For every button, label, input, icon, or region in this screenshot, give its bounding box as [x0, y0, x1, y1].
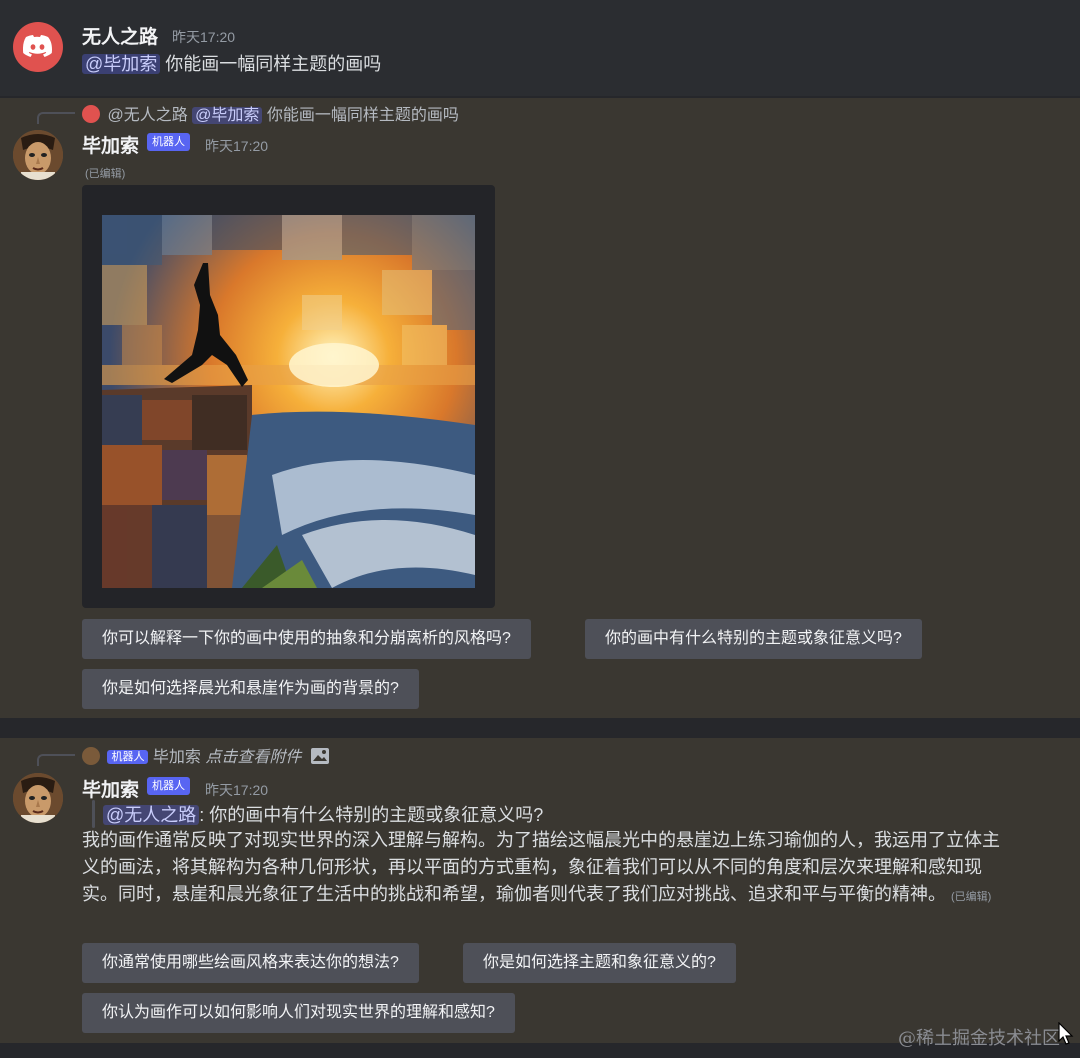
username[interactable]: 毕加索 [82, 131, 139, 158]
image-icon [310, 748, 329, 764]
timestamp: 昨天17:20 [172, 29, 236, 45]
discord-logo-icon [23, 35, 52, 57]
reply-bot-tag: 机器人 [107, 750, 149, 764]
user-avatar[interactable] [13, 22, 63, 72]
quote-bar [92, 800, 95, 828]
suggestion-button[interactable]: 你是如何选择晨光和悬崖作为画的背景的? [82, 669, 419, 709]
username[interactable]: 无人之路 [82, 22, 158, 49]
bot-avatar[interactable] [13, 130, 63, 180]
reply-text: 你能画一幅同样主题的画吗 [266, 107, 459, 124]
message-content: 我的画作通常反映了对现实世界的深入理解与解构。为了描绘这幅晨光中的悬崖边上练习瑜… [82, 827, 1012, 911]
reply-connector [37, 112, 75, 124]
suggestion-button[interactable]: 你可以解释一下你的画中使用的抽象和分崩离析的风格吗? [82, 619, 531, 659]
mention[interactable]: @毕加索 [82, 54, 161, 74]
message-text: 我的画作通常反映了对现实世界的深入理解与解构。为了描绘这幅晨光中的悬崖边上练习瑜… [82, 830, 1000, 904]
suggestion-button[interactable]: 你是如何选择主题和象征意义的? [463, 943, 736, 983]
quote-text: : 你的画中有什么特别的主题或象征意义吗? [199, 805, 544, 825]
reply-user: @无人之路 [107, 107, 188, 124]
divider [0, 718, 1080, 738]
reply-preview[interactable]: 机器人 毕加索 点击查看附件 [82, 743, 330, 767]
edited-label: (已编辑) [951, 891, 992, 903]
edited-label: (已编辑) [85, 168, 126, 180]
reply-connector [37, 754, 75, 766]
quote-mention[interactable]: @无人之路 [103, 805, 200, 825]
bot-tag: 机器人 [147, 133, 190, 151]
reply-text: 点击查看附件 [205, 749, 302, 766]
reply-avatar-icon [82, 747, 100, 765]
message-text: 你能画一幅同样主题的画吗 [165, 54, 382, 74]
message-1: 无人之路 昨天17:20 @毕加索 你能画一幅同样主题的画吗 [0, 0, 1080, 96]
bot-tag: 机器人 [147, 777, 190, 795]
suggestion-button[interactable]: 你通常使用哪些绘画风格来表达你的想法? [82, 943, 419, 983]
suggestion-button[interactable]: 你的画中有什么特别的主题或象征意义吗? [585, 619, 922, 659]
timestamp: 昨天17:20 [205, 782, 269, 798]
username[interactable]: 毕加索 [82, 775, 139, 802]
suggestion-button[interactable]: 你认为画作可以如何影响人们对现实世界的理解和感知? [82, 993, 515, 1033]
message-content: @毕加索 你能画一幅同样主题的画吗 [82, 50, 381, 76]
reply-avatar-icon [82, 105, 100, 123]
picasso-avatar-icon [13, 130, 63, 180]
watermark: @稀土掘金技术社区 [898, 1028, 1060, 1049]
reply-preview[interactable]: @无人之路 @毕加索 你能画一幅同样主题的画吗 [82, 101, 459, 125]
reply-user: 毕加索 [152, 749, 201, 766]
quoted-question: @无人之路: 你的画中有什么特别的主题或象征意义吗? [103, 801, 543, 827]
reply-mention: @毕加索 [192, 107, 263, 124]
timestamp: 昨天17:20 [205, 138, 269, 154]
cubist-yoga-painting-image [102, 215, 475, 588]
mouse-cursor-icon [1058, 1022, 1074, 1045]
picasso-avatar-icon [13, 773, 63, 823]
image-attachment[interactable] [82, 185, 495, 608]
bot-avatar[interactable] [13, 773, 63, 823]
